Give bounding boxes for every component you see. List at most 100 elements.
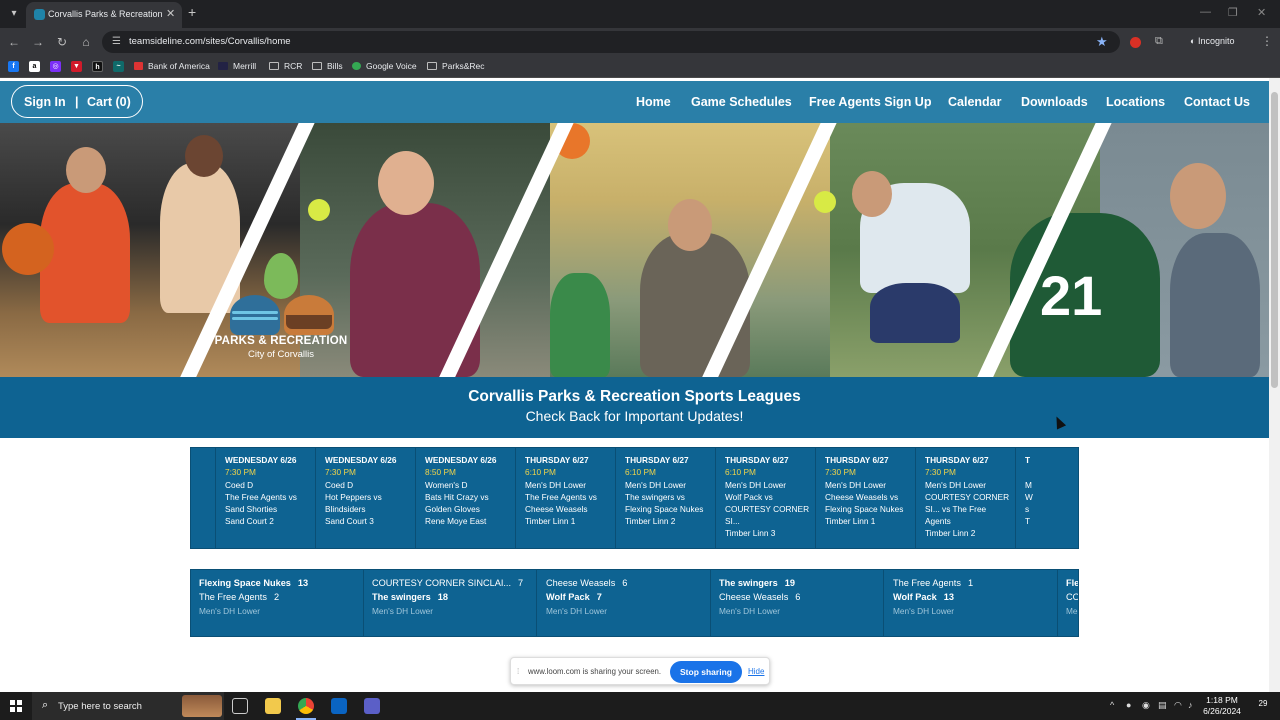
game-detail-line: Cheese Weasels vs	[825, 492, 899, 502]
cart-link[interactable]: Cart (0)	[87, 95, 131, 109]
score-card[interactable]: The swingers 19 Cheese Weasels 6 Men's DH Lo…	[711, 570, 884, 636]
game-date: THURSDAY 6/27	[825, 455, 889, 465]
game-detail-line: M	[1025, 480, 1032, 490]
game-details: MWsT	[1025, 479, 1078, 527]
nav-game-schedules[interactable]: Game Schedules	[691, 95, 792, 109]
close-window-icon[interactable]: ✕	[1257, 6, 1266, 19]
game-card[interactable]: THURSDAY 6/27 6:10 PM Men's DH Lower The Fr…	[516, 448, 616, 548]
address-bar[interactable]: ☰ teamsideline.com/sites/Corvallis/home …	[102, 31, 1120, 53]
game-card[interactable]: THURSDAY 6/27 6:10 PM Men's DH Lower Wolf P…	[716, 448, 816, 548]
back-icon[interactable]: ←	[6, 34, 22, 50]
recent-scores-carousel[interactable]: Flexing Space Nukes 13 The Free Agents 2 Men…	[190, 569, 1079, 637]
windows-start-icon[interactable]	[10, 700, 22, 712]
url-text[interactable]: teamsideline.com/sites/Corvallis/home	[129, 36, 291, 47]
score-card[interactable]: Fle CO Me	[1058, 570, 1078, 636]
game-detail-line: The swingers vs	[625, 492, 685, 502]
browser-tab[interactable]: Corvallis Parks & Recreation ✕	[26, 2, 182, 28]
purple-bookmark-icon[interactable]: ◎	[50, 61, 61, 72]
close-tab-icon[interactable]: ✕	[166, 7, 175, 20]
score-card[interactable]: COURTESY CORNER SINCLAI... 7 The swingers 1…	[364, 570, 537, 636]
site-info-icon[interactable]: ☰	[112, 36, 124, 48]
score-card[interactable]: Cheese Weasels 6 Wolf Pack 7 Men's DH Lower	[538, 570, 711, 636]
score-card[interactable]: Flexing Space Nukes 13 The Free Agents 2 Men…	[191, 570, 364, 636]
game-details: Men's DH Lower COURTESY CORNER SI... vs Th…	[925, 479, 1011, 539]
browser-menu-icon[interactable]: ⋮	[1261, 34, 1273, 48]
volleyball-player	[550, 273, 610, 377]
score-row: Flexing Space Nukes 13	[199, 578, 308, 588]
game-detail-line: Wolf Pack vs	[725, 492, 773, 502]
amazon-bookmark-icon[interactable]: a	[29, 61, 40, 72]
outlook-icon[interactable]	[331, 698, 347, 714]
home-icon[interactable]: ⌂	[78, 34, 94, 50]
minimize-icon[interactable]: —	[1200, 6, 1211, 18]
search-highlight-image	[182, 695, 222, 717]
maximize-icon[interactable]: ❐	[1228, 6, 1238, 19]
nav-downloads[interactable]: Downloads	[1021, 95, 1088, 109]
team-score: 13	[297, 578, 309, 588]
score-card[interactable]: The Free Agents 1 Wolf Pack 13 Men's DH Lowe…	[885, 570, 1058, 636]
team-score: 1	[967, 578, 974, 588]
team-score: 7	[596, 592, 602, 602]
game-detail-line: Flexing Space Nukes	[625, 504, 704, 514]
nav-calendar[interactable]: Calendar	[948, 95, 1002, 109]
task-view-icon[interactable]	[232, 698, 248, 714]
game-card[interactable]: TMWsT	[1016, 448, 1078, 548]
game-card[interactable]: WEDNESDAY 6/26 7:30 PM Coed D Hot Peppers v…	[316, 448, 416, 548]
nav-free-agents-sign-up[interactable]: Free Agents Sign Up	[809, 95, 931, 109]
game-detail-line: unny Mo	[191, 503, 211, 515]
nav-home[interactable]: Home	[636, 95, 671, 109]
new-tab-icon[interactable]: +	[188, 4, 196, 20]
h-bookmark-icon[interactable]: h	[92, 61, 103, 72]
bookmark-folder-rcr[interactable]: RCR	[269, 61, 302, 71]
notification-icon[interactable]: 29	[1256, 699, 1270, 713]
game-details: l B/CCloud Servers vsunny Moble...Court …	[191, 479, 211, 539]
extensions-puzzle-icon[interactable]: ⧉	[1155, 35, 1163, 48]
teams-icon[interactable]	[364, 698, 380, 714]
scrollbar-thumb[interactable]	[1271, 92, 1278, 388]
nav-locations[interactable]: Locations	[1106, 95, 1165, 109]
bookmark-star-icon[interactable]: ★	[1096, 34, 1108, 50]
taskbar-search-box[interactable]: ⌕ Type here to search	[32, 692, 224, 720]
green-bookmark-icon[interactable]: ~	[113, 61, 124, 72]
upcoming-games-carousel[interactable]: NESDAY 6/26PMl B/CCloud Servers vsunny M…	[190, 447, 1079, 549]
bookmark-folder-bills[interactable]: Bills	[312, 61, 343, 71]
reload-icon[interactable]: ↻	[54, 34, 70, 50]
game-detail-line: Timber Linn 2	[925, 528, 976, 538]
game-card[interactable]: WEDNESDAY 6/26 7:30 PM Coed D The Free Agen…	[216, 448, 316, 548]
team-name: The swingers	[719, 578, 778, 588]
show-hidden-icons-icon[interactable]: ^	[1110, 700, 1114, 710]
facebook-bookmark-icon[interactable]: f	[8, 61, 19, 72]
bookmark-bank-of-america[interactable]: Bank of America	[134, 61, 210, 71]
game-details: Men's DH Lower Cheese Weasels vs Flexing S…	[825, 479, 911, 527]
sign-in-link[interactable]: Sign In	[24, 95, 66, 109]
game-card[interactable]: THURSDAY 6/27 6:10 PM Men's DH Lower The sw…	[616, 448, 716, 548]
wifi-icon[interactable]: ◠	[1174, 700, 1182, 711]
game-card[interactable]: THURSDAY 6/27 7:30 PM Men's DH Lower COURTE…	[916, 448, 1016, 548]
bookmark-merrill[interactable]: Merrill	[218, 61, 256, 71]
tab-search-icon[interactable]: ▾	[6, 6, 22, 22]
incognito-indicator[interactable]: ◐ Incognito	[1190, 36, 1234, 46]
file-explorer-icon[interactable]	[265, 698, 281, 714]
stop-sharing-button[interactable]: Stop sharing	[670, 661, 742, 683]
game-date: WEDNESDAY 6/26	[425, 455, 497, 465]
bookmark-google-voice[interactable]: Google Voice	[352, 61, 417, 71]
network-icon[interactable]: ▤	[1158, 700, 1167, 711]
game-detail-line: Sand Shorties	[225, 504, 278, 514]
nav-contact-us[interactable]: Contact Us	[1184, 95, 1250, 109]
hide-link[interactable]: Hide	[748, 667, 764, 676]
red-bookmark-icon[interactable]: ▼	[71, 61, 82, 72]
team-name: Cheese Weasels	[719, 592, 789, 602]
extension-record-icon[interactable]	[1130, 37, 1141, 48]
game-card[interactable]: THURSDAY 6/27 7:30 PM Men's DH Lower Cheese…	[816, 448, 916, 548]
system-clock[interactable]: 1:18 PM 6/26/2024	[1192, 695, 1252, 717]
game-card[interactable]: NESDAY 6/26PMl B/CCloud Servers vsunny M…	[191, 448, 216, 548]
chrome-icon[interactable]	[298, 698, 314, 714]
microphone-icon[interactable]: ●	[1126, 700, 1131, 710]
page-scrollbar[interactable]	[1269, 78, 1280, 692]
drag-handle-icon[interactable]: ⁞	[517, 667, 519, 676]
bookmark-label: Google Voice	[366, 61, 417, 71]
record-icon[interactable]: ◉	[1142, 700, 1150, 711]
bookmark-folder-parks-rec[interactable]: Parks&Rec	[427, 61, 485, 71]
forward-icon[interactable]: →	[30, 34, 46, 50]
game-card[interactable]: WEDNESDAY 6/26 8:50 PM Women's D Bats Hit C…	[416, 448, 516, 548]
